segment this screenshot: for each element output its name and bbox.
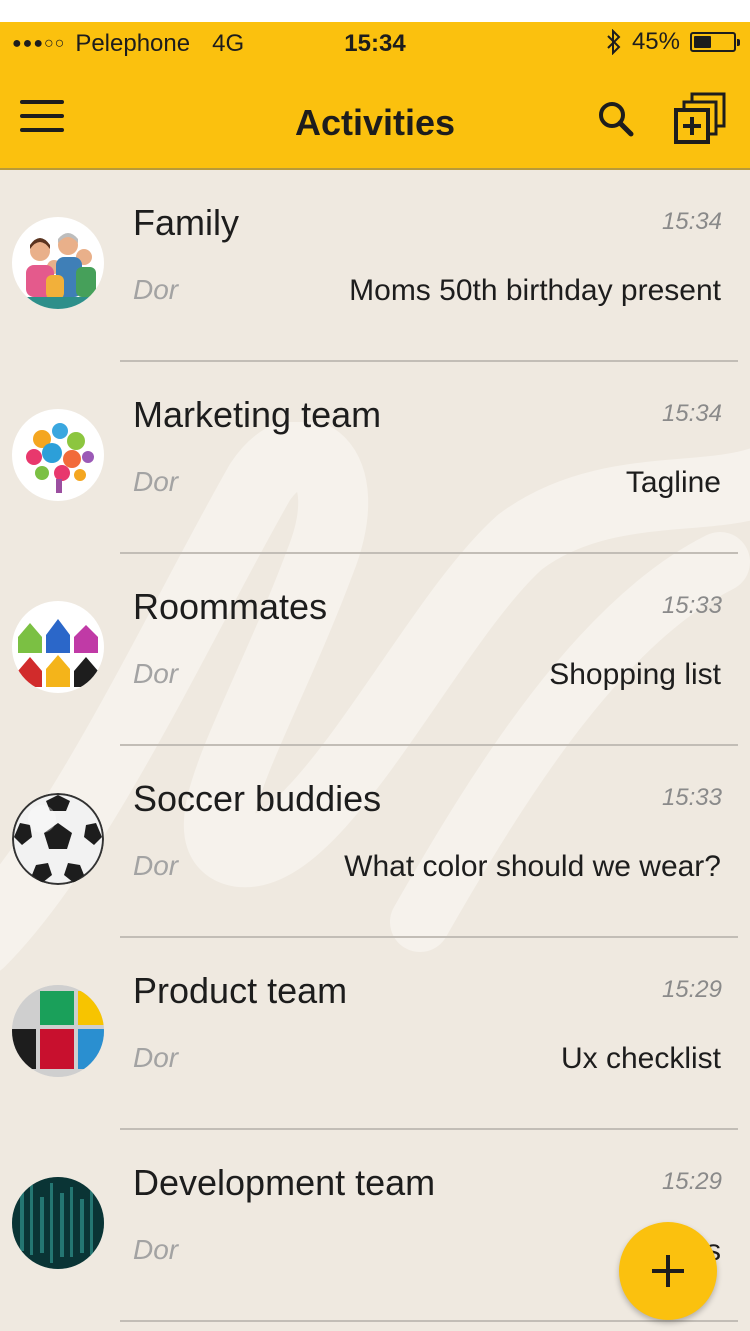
activity-sender: Dor (133, 466, 179, 497)
product-team-avatar (12, 985, 104, 1077)
battery-percent: 45% (631, 28, 680, 55)
new-group-icon[interactable] (674, 92, 726, 144)
bluetooth-icon (607, 29, 621, 55)
battery-icon (690, 32, 740, 52)
plus-icon (652, 1255, 684, 1287)
activity-message: What color should we wear? (344, 850, 721, 883)
activity-time: 15:34 (661, 208, 722, 235)
activity-sender: Dor (133, 658, 179, 689)
status-bar: ●●●○○ Pelephone 4G 15:34 45% (0, 22, 750, 66)
activity-row-family[interactable]: Family 15:34 Dor Moms 50th birthday pres… (0, 170, 750, 362)
activity-message: Shopping list (549, 658, 721, 691)
family-avatar (12, 217, 104, 309)
soccer-ball-avatar (12, 793, 104, 885)
activity-sender: Dor (133, 274, 179, 305)
activity-time: 15:29 (661, 976, 722, 1003)
activity-message: Tagline (625, 466, 721, 499)
activity-row-roommates[interactable]: Roommates 15:33 Dor Shopping list (0, 554, 750, 746)
activity-name: Development team (133, 1162, 436, 1203)
activity-row-product-team[interactable]: Product team 15:29 Dor Ux checklist (0, 938, 750, 1130)
activity-message: Moms 50th birthday present (349, 274, 721, 307)
activity-list: Family 15:34 Dor Moms 50th birthday pres… (0, 170, 750, 1322)
activity-time: 15:29 (661, 1168, 722, 1195)
activity-time: 15:33 (661, 784, 722, 811)
activity-sender: Dor (133, 1234, 179, 1265)
activity-name: Roommates (133, 586, 328, 627)
activity-name: Product team (133, 970, 348, 1011)
marketing-team-avatar (12, 409, 104, 501)
row-divider (120, 1320, 738, 1322)
activity-time: 15:33 (661, 592, 722, 619)
development-team-avatar (12, 1177, 104, 1269)
nav-bar: Activities (0, 66, 750, 170)
roommates-avatar (12, 601, 104, 693)
status-right: 45% (606, 28, 740, 56)
activity-sender: Dor (133, 1042, 179, 1073)
activity-name: Family (133, 202, 239, 243)
activity-name: Soccer buddies (133, 778, 382, 819)
activity-row-marketing-team[interactable]: Marketing team 15:34 Dor Tagline (0, 362, 750, 554)
activity-message: Ux checklist (560, 1042, 721, 1075)
add-activity-button[interactable] (619, 1222, 717, 1320)
search-icon[interactable] (595, 98, 639, 142)
app-screen: ●●●○○ Pelephone 4G 15:34 45% Activities (0, 22, 750, 1331)
activity-time: 15:34 (661, 400, 722, 427)
activity-row-soccer-buddies[interactable]: Soccer buddies 15:33 Dor What color shou… (0, 746, 750, 938)
activity-sender: Dor (133, 850, 179, 881)
activity-name: Marketing team (133, 394, 382, 435)
battery-fill (694, 36, 711, 48)
